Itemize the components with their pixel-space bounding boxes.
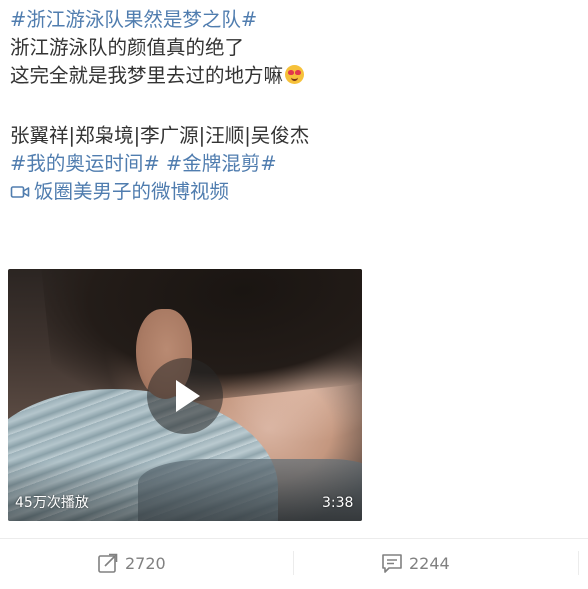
footer-divider xyxy=(578,551,579,575)
post-text-line: 浙江游泳队的颜值真的绝了 xyxy=(10,36,245,59)
post-line-1: #浙江游泳队果然是梦之队# xyxy=(10,6,580,34)
video-source-link[interactable]: 饭圈美男子的微博视频 xyxy=(10,178,580,206)
video-camera-icon xyxy=(10,186,30,198)
post-line-2: 浙江游泳队的颜值真的绝了 xyxy=(10,34,580,62)
post-line-3: 这完全就是我梦里去过的地方嘛 xyxy=(10,62,580,90)
comment-icon xyxy=(382,554,402,573)
post-footer: 2720 2244 xyxy=(0,538,588,589)
footer-divider xyxy=(293,551,294,575)
hashtag-zhejiang-swim-team[interactable]: #浙江游泳队果然是梦之队# xyxy=(10,8,257,31)
post-text-line: 这完全就是我梦里去过的地方嘛 xyxy=(10,64,284,87)
repost-button[interactable]: 2720 xyxy=(97,552,166,574)
play-button[interactable] xyxy=(147,358,223,434)
post-line-athletes: 张翼祥|郑枭境|李广源|汪顺|吴俊杰 xyxy=(10,122,580,150)
play-icon xyxy=(176,380,200,412)
video-source-label: 饭圈美男子的微博视频 xyxy=(34,180,230,203)
repost-count: 2720 xyxy=(125,553,166,573)
post-line-hashtags: #我的奥运时间# #金牌混剪# xyxy=(10,150,580,178)
comment-button[interactable]: 2244 xyxy=(381,552,450,574)
video-duration: 3:38 xyxy=(322,495,354,511)
comment-count: 2244 xyxy=(409,553,450,573)
hashtag-gold-medal-mix[interactable]: #金牌混剪# xyxy=(166,152,277,175)
athlete-names: 张翼祥|郑枭境|李广源|汪顺|吴俊杰 xyxy=(10,124,310,147)
video-bottom-shade xyxy=(8,461,362,521)
post-text: #浙江游泳队果然是梦之队# 浙江游泳队的颜值真的绝了 这完全就是我梦里去过的地方… xyxy=(10,6,580,206)
heart-eyes-emoji-icon xyxy=(285,65,305,84)
video-view-count: 45万次播放 xyxy=(15,495,89,511)
hashtag-my-olympic-time[interactable]: #我的奥运时间# xyxy=(10,152,160,175)
repost-icon xyxy=(98,553,118,573)
